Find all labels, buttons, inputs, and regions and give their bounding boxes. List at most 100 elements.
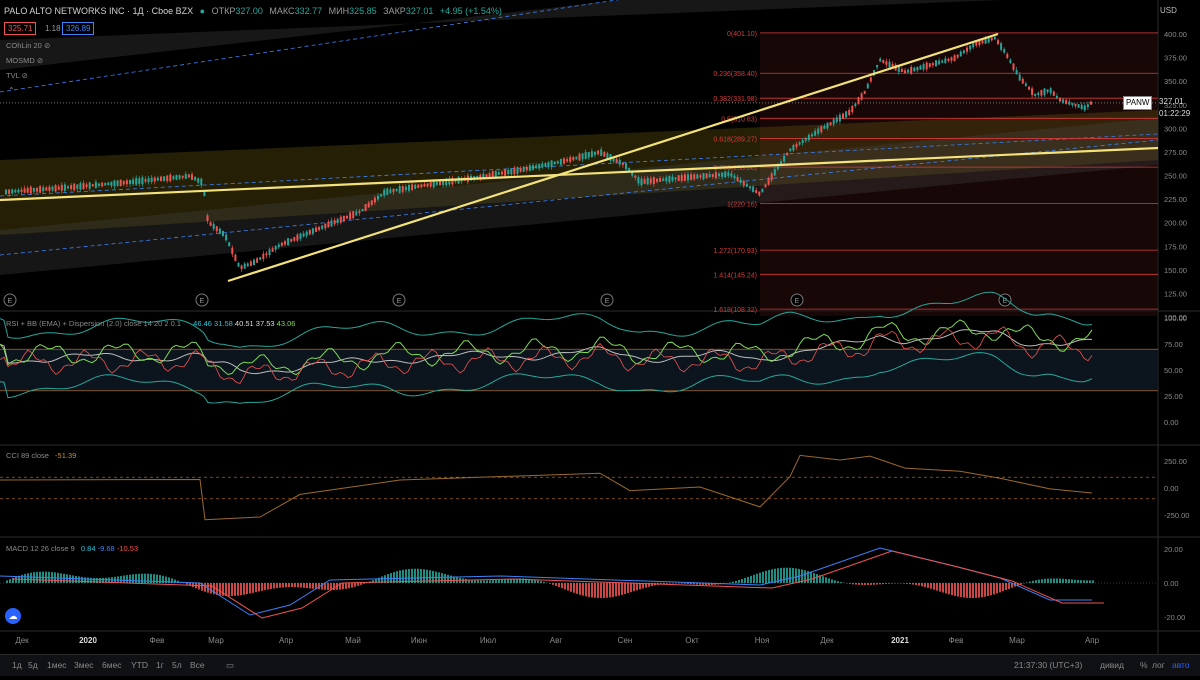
fib-level-label: 0.236(358.40) <box>713 71 757 78</box>
candle-body <box>331 220 333 226</box>
low-label: МИН <box>329 6 349 16</box>
candle-body <box>427 183 429 186</box>
macd-histogram-bar <box>912 583 914 585</box>
macd-histogram-bar <box>594 583 596 598</box>
candle-body <box>129 180 131 184</box>
rsi-band <box>0 349 1158 391</box>
candle-body <box>836 117 838 122</box>
candle-body <box>913 68 915 72</box>
candle-body <box>861 93 863 99</box>
macd-histogram-bar <box>489 580 491 583</box>
clock[interactable]: 21:37:30 (UTC+3) <box>1014 660 1082 670</box>
time-axis-label: 2020 <box>79 636 97 645</box>
high-label: МАКС <box>269 6 294 16</box>
macd-histogram-bar <box>888 583 890 584</box>
macd-histogram-bar <box>579 583 581 595</box>
range-1m[interactable]: 1мес <box>47 660 67 670</box>
currency-label[interactable]: USD <box>1160 6 1177 15</box>
macd-histogram-bar <box>300 583 302 588</box>
macd-histogram-bar <box>552 583 554 585</box>
macd-histogram-bar <box>786 568 788 583</box>
candle-body <box>588 152 590 157</box>
range-ytd[interactable]: YTD <box>131 660 148 670</box>
range-5y[interactable]: 5л <box>172 660 182 670</box>
auto-toggle[interactable]: авто <box>1172 660 1190 670</box>
candle-body <box>61 185 63 191</box>
candle-body <box>569 157 571 162</box>
macd-histogram-bar <box>666 583 668 584</box>
candle-body <box>290 239 292 242</box>
candle-body <box>312 228 314 233</box>
range-1y[interactable]: 1г <box>156 660 164 670</box>
macd-histogram-bar <box>255 583 257 592</box>
candle-body <box>371 200 373 204</box>
tradingview-logo-icon[interactable]: ☁ <box>5 608 21 624</box>
chart-canvas[interactable]: 0(401.10)0.236(358.40)0.382(331.98)0.5(3… <box>0 0 1200 675</box>
candle-body <box>284 241 286 244</box>
fib-level-label: 1.414(145.24) <box>713 272 757 279</box>
candle-body <box>644 179 646 184</box>
date-range-icon[interactable]: ▭ <box>226 660 234 671</box>
candle-body <box>123 181 125 185</box>
macd-histogram-bar <box>1062 579 1064 583</box>
candle-body <box>960 52 962 57</box>
overlay-indicator-1[interactable]: COhLin 20 ⊘ <box>6 41 50 50</box>
candle-body <box>721 172 723 176</box>
candle-body <box>1056 96 1058 98</box>
bid-box[interactable]: 325.71 <box>4 22 36 35</box>
macd-label[interactable]: MACD 12 26 close 9 0.84 -9.68 -10.53 <box>6 544 138 553</box>
candle-body <box>89 182 91 188</box>
hidden-eye-icon[interactable]: ⊘ <box>44 41 50 50</box>
time-axis-label: Сен <box>618 636 633 645</box>
log-toggle[interactable]: лог <box>1152 660 1165 670</box>
candle-body <box>681 175 683 181</box>
time-axis-label: Апр <box>1085 636 1100 645</box>
time-axis-label: Май <box>345 636 361 645</box>
macd-histogram-bar <box>312 583 314 589</box>
hidden-eye-icon[interactable]: ⊘ <box>37 56 43 65</box>
overlay-indicator-2[interactable]: MOSMD ⊘ <box>6 56 43 65</box>
cci-label[interactable]: CCI 89 close -51.39 <box>6 451 76 460</box>
rsi-label[interactable]: RSI + BB (EMA) + Dispersion (2.0) close … <box>6 319 295 328</box>
overlay-indicator-3[interactable]: TVL ⊘ <box>6 71 28 80</box>
candle-body <box>693 174 695 179</box>
macd-histogram-bar <box>204 583 206 592</box>
macd-histogram-bar <box>885 583 887 584</box>
range-6m[interactable]: 6мес <box>102 660 122 670</box>
range-1d[interactable]: 1д <box>12 660 22 670</box>
close-value: 327.01 <box>406 6 434 16</box>
candle-body <box>969 46 971 50</box>
macd-histogram-bar <box>918 583 920 586</box>
chart-window[interactable]: 0(401.10)0.236(358.40)0.382(331.98)0.5(3… <box>0 0 1200 675</box>
candle-body <box>358 211 360 213</box>
candle-body <box>675 177 677 179</box>
candle-body <box>833 119 835 124</box>
candle-body <box>1025 83 1027 85</box>
macd-histogram-bar <box>882 583 884 584</box>
macd-histogram-bar <box>759 573 761 583</box>
hidden-eye-icon[interactable]: ⊘ <box>22 71 28 80</box>
macd-histogram-bar <box>756 574 758 583</box>
macd-histogram-bar <box>963 583 965 598</box>
candle-body <box>55 185 57 191</box>
adjust-dividends[interactable]: дивид <box>1100 660 1124 670</box>
candle-body <box>14 190 16 192</box>
macd-histogram-bar <box>876 583 878 585</box>
candle-body <box>603 152 605 157</box>
macd-histogram-bar <box>588 583 590 597</box>
symbol-title[interactable]: PALO ALTO NETWORKS INC · 1Д · Cboe BZX <box>4 6 193 16</box>
macd-histogram-bar <box>549 583 551 584</box>
ask-box[interactable]: 326.89 <box>62 22 94 35</box>
macd-histogram-bar <box>609 583 611 597</box>
range-all[interactable]: Все <box>190 660 205 670</box>
percent-toggle[interactable]: % <box>1140 660 1148 670</box>
collapse-indicators-icon[interactable]: ⌃ <box>8 86 15 95</box>
candle-body <box>786 153 788 156</box>
range-5d[interactable]: 5д <box>28 660 38 670</box>
candle-body <box>848 110 850 115</box>
range-3m[interactable]: 3мес <box>74 660 94 670</box>
candle-body <box>864 91 866 94</box>
candle-body <box>517 167 519 174</box>
macd-histogram-bar <box>6 580 8 583</box>
rsi-axis-label: 75.00 <box>1164 340 1183 349</box>
